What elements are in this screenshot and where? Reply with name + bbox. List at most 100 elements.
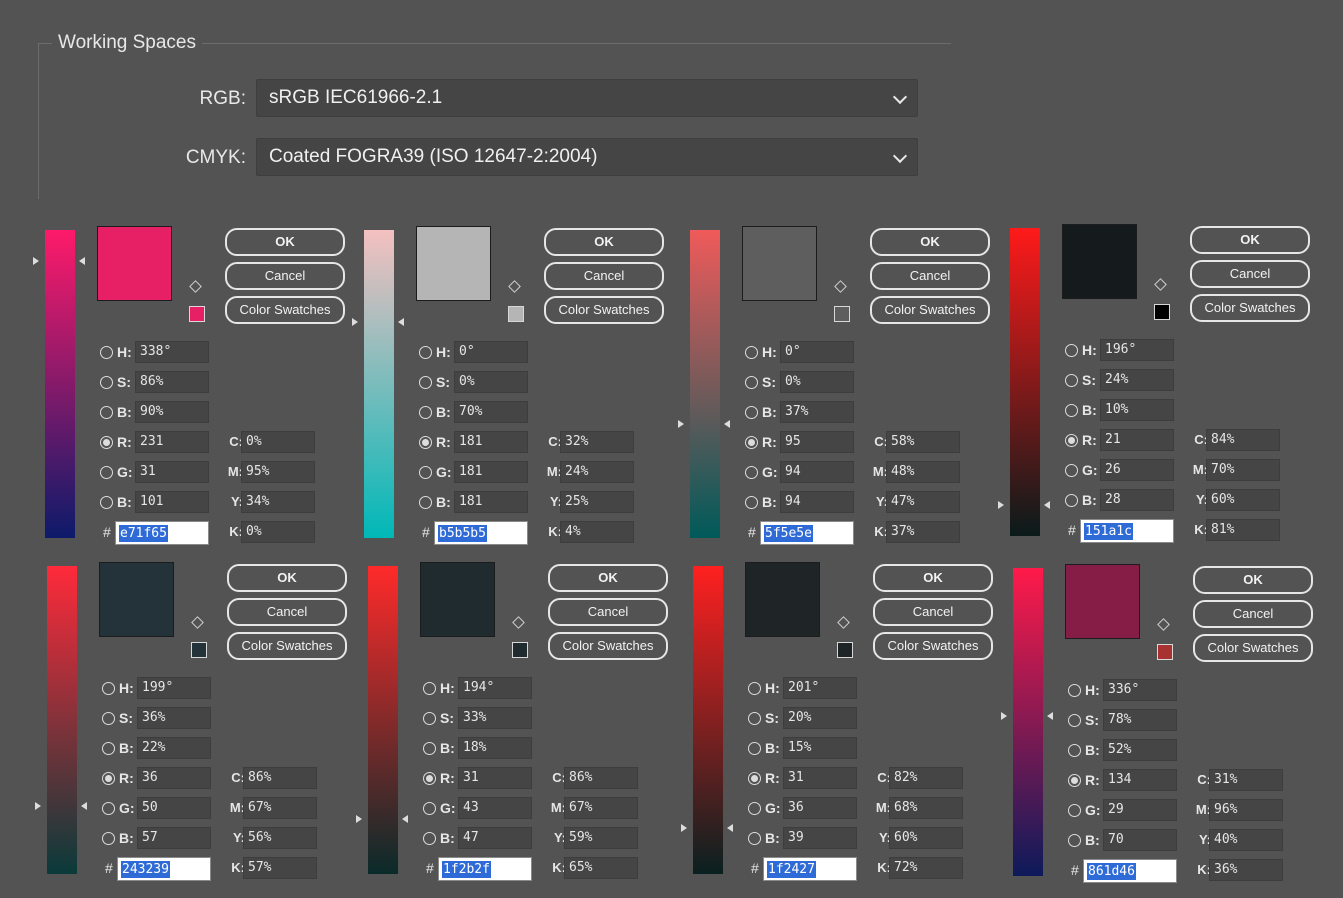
brightness-radio[interactable] (419, 406, 432, 419)
blue-radio[interactable] (1065, 494, 1078, 507)
saturation-input[interactable]: 36% (137, 707, 211, 729)
hue-radio[interactable] (748, 682, 761, 695)
web-safe-color-swatch[interactable] (191, 642, 207, 658)
brightness-radio[interactable] (748, 742, 761, 755)
saturation-radio[interactable] (748, 712, 761, 725)
slider-handle-right[interactable] (79, 257, 85, 265)
brightness-radio[interactable] (102, 742, 115, 755)
blue-radio[interactable] (100, 496, 113, 509)
saturation-radio[interactable] (1068, 714, 1081, 727)
red-radio[interactable] (423, 772, 436, 785)
black-input[interactable]: 81% (1206, 519, 1280, 541)
magenta-input[interactable]: 96% (1209, 799, 1283, 821)
hex-input[interactable]: 243239 (117, 857, 211, 881)
cancel-button[interactable]: Cancel (1193, 600, 1313, 628)
saturation-input[interactable]: 0% (780, 371, 854, 393)
ok-button[interactable]: OK (873, 564, 993, 592)
blue-input[interactable]: 101 (135, 491, 209, 513)
brightness-input[interactable]: 22% (137, 737, 211, 759)
red-radio[interactable] (1068, 774, 1081, 787)
cancel-button[interactable]: Cancel (544, 262, 664, 290)
hue-radio[interactable] (423, 682, 436, 695)
red-input[interactable]: 31 (458, 767, 532, 789)
color-swatches-button[interactable]: Color Swatches (1190, 294, 1310, 322)
web-safe-cube-icon[interactable] (508, 280, 521, 293)
green-radio[interactable] (745, 466, 758, 479)
green-input[interactable]: 36 (783, 797, 857, 819)
brightness-input[interactable]: 10% (1100, 399, 1174, 421)
hue-input[interactable]: 199° (137, 677, 211, 699)
blue-radio[interactable] (423, 832, 436, 845)
yellow-input[interactable]: 60% (889, 827, 963, 849)
hue-radio[interactable] (100, 346, 113, 359)
blue-input[interactable]: 28 (1100, 489, 1174, 511)
yellow-input[interactable]: 34% (241, 491, 315, 513)
saturation-radio[interactable] (102, 712, 115, 725)
green-input[interactable]: 26 (1100, 459, 1174, 481)
red-radio[interactable] (1065, 434, 1078, 447)
hex-input[interactable]: e71f65 (115, 521, 209, 545)
cancel-button[interactable]: Cancel (225, 262, 345, 290)
saturation-radio[interactable] (1065, 374, 1078, 387)
magenta-input[interactable]: 24% (560, 461, 634, 483)
magenta-input[interactable]: 48% (886, 461, 960, 483)
color-swatches-button[interactable]: Color Swatches (548, 632, 668, 660)
web-safe-color-swatch[interactable] (512, 642, 528, 658)
red-radio[interactable] (745, 436, 758, 449)
slider-handle-right[interactable] (398, 318, 404, 326)
cancel-button[interactable]: Cancel (548, 598, 668, 626)
hue-input[interactable]: 0° (454, 341, 528, 363)
brightness-input[interactable]: 18% (458, 737, 532, 759)
black-input[interactable]: 65% (564, 857, 638, 879)
brightness-radio[interactable] (423, 742, 436, 755)
slider-handle-left[interactable] (33, 257, 39, 265)
hue-radio[interactable] (1065, 344, 1078, 357)
hue-radio[interactable] (745, 346, 758, 359)
saturation-radio[interactable] (419, 376, 432, 389)
hue-input[interactable]: 338° (135, 341, 209, 363)
blue-radio[interactable] (419, 496, 432, 509)
cyan-input[interactable]: 0% (241, 431, 315, 453)
brightness-radio[interactable] (1068, 744, 1081, 757)
magenta-input[interactable]: 95% (241, 461, 315, 483)
slider-handle-left[interactable] (998, 501, 1004, 509)
color-swatches-button[interactable]: Color Swatches (1193, 634, 1313, 662)
hue-radio[interactable] (419, 346, 432, 359)
cyan-input[interactable]: 58% (886, 431, 960, 453)
web-safe-cube-icon[interactable] (834, 280, 847, 293)
saturation-radio[interactable] (745, 376, 758, 389)
hex-input[interactable]: 861d46 (1083, 859, 1177, 883)
red-input[interactable]: 36 (137, 767, 211, 789)
saturation-input[interactable]: 86% (135, 371, 209, 393)
green-radio[interactable] (1065, 464, 1078, 477)
ok-button[interactable]: OK (548, 564, 668, 592)
magenta-input[interactable]: 68% (889, 797, 963, 819)
red-input[interactable]: 134 (1103, 769, 1177, 791)
black-input[interactable]: 72% (889, 857, 963, 879)
hue-input[interactable]: 336° (1103, 679, 1177, 701)
yellow-input[interactable]: 59% (564, 827, 638, 849)
hex-input[interactable]: b5b5b5 (434, 521, 528, 545)
blue-input[interactable]: 39 (783, 827, 857, 849)
blue-input[interactable]: 70 (1103, 829, 1177, 851)
color-swatches-button[interactable]: Color Swatches (870, 296, 990, 324)
web-safe-cube-icon[interactable] (1154, 278, 1167, 291)
black-input[interactable]: 4% (560, 521, 634, 543)
color-swatches-button[interactable]: Color Swatches (225, 296, 345, 324)
hue-input[interactable]: 0° (780, 341, 854, 363)
hex-input[interactable]: 1f2427 (763, 857, 857, 881)
green-input[interactable]: 50 (137, 797, 211, 819)
yellow-input[interactable]: 56% (243, 827, 317, 849)
color-swatches-button[interactable]: Color Swatches (873, 632, 993, 660)
blue-input[interactable]: 94 (780, 491, 854, 513)
blue-input[interactable]: 57 (137, 827, 211, 849)
cancel-button[interactable]: Cancel (873, 598, 993, 626)
saturation-radio[interactable] (100, 376, 113, 389)
red-radio[interactable] (100, 436, 113, 449)
ok-button[interactable]: OK (544, 228, 664, 256)
saturation-input[interactable]: 20% (783, 707, 857, 729)
cyan-input[interactable]: 82% (889, 767, 963, 789)
yellow-input[interactable]: 47% (886, 491, 960, 513)
web-safe-cube-icon[interactable] (1157, 618, 1170, 631)
web-safe-color-swatch[interactable] (837, 642, 853, 658)
